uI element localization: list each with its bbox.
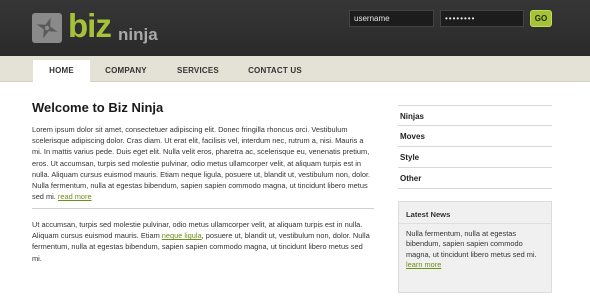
- news-text: Nulla fermentum, nulla at egestas bibend…: [406, 229, 546, 271]
- tab-company[interactable]: COMPANY: [96, 60, 156, 82]
- username-field[interactable]: username: [349, 10, 434, 27]
- content-divider: [32, 208, 374, 209]
- intro-text: Lorem ipsum dolor sit amet, consectetuer…: [32, 125, 371, 202]
- tab-contact-us[interactable]: CONTACT US: [240, 60, 310, 82]
- news-divider: [399, 223, 551, 224]
- sidebar-item-other[interactable]: Other: [398, 168, 552, 189]
- main-content: Welcome to Biz Ninja Lorem ipsum dolor s…: [32, 100, 374, 263]
- learn-more-link[interactable]: learn more: [406, 260, 441, 269]
- news-body: Nulla fermentum, nulla at egestas bibend…: [406, 229, 537, 259]
- read-more-link[interactable]: read more: [58, 192, 92, 201]
- page-title: Welcome to Biz Ninja: [32, 100, 164, 115]
- sidebar-item-style[interactable]: Style: [398, 147, 552, 168]
- password-field[interactable]: ••••••••: [440, 10, 524, 27]
- intro-paragraph: Lorem ipsum dolor sit amet, consectetuer…: [32, 124, 374, 202]
- latest-news-box: Latest News Nulla fermentum, nulla at eg…: [398, 201, 552, 293]
- sidebar-item-ninjas[interactable]: Ninjas: [398, 105, 552, 126]
- news-title: Latest News: [406, 210, 451, 219]
- logo-text-main: biz: [68, 7, 112, 44]
- main-nav: HOME COMPANY SERVICES CONTACT US: [0, 56, 590, 82]
- logo-text-sub: ninja: [118, 25, 158, 44]
- sidebar-menu: Ninjas Moves Style Other: [398, 105, 552, 189]
- tab-services[interactable]: SERVICES: [166, 60, 230, 82]
- go-button[interactable]: GO: [530, 10, 552, 27]
- shuriken-icon: [32, 13, 62, 43]
- inline-link[interactable]: neque ligula: [162, 231, 202, 240]
- tab-home[interactable]: HOME: [33, 60, 90, 82]
- site-header: biz ninja username •••••••• GO: [0, 0, 590, 56]
- sidebar-item-moves[interactable]: Moves: [398, 126, 552, 147]
- second-paragraph: Ut accumsan, turpis sed molestie pulvina…: [32, 219, 374, 264]
- logo[interactable]: biz ninja: [32, 7, 162, 50]
